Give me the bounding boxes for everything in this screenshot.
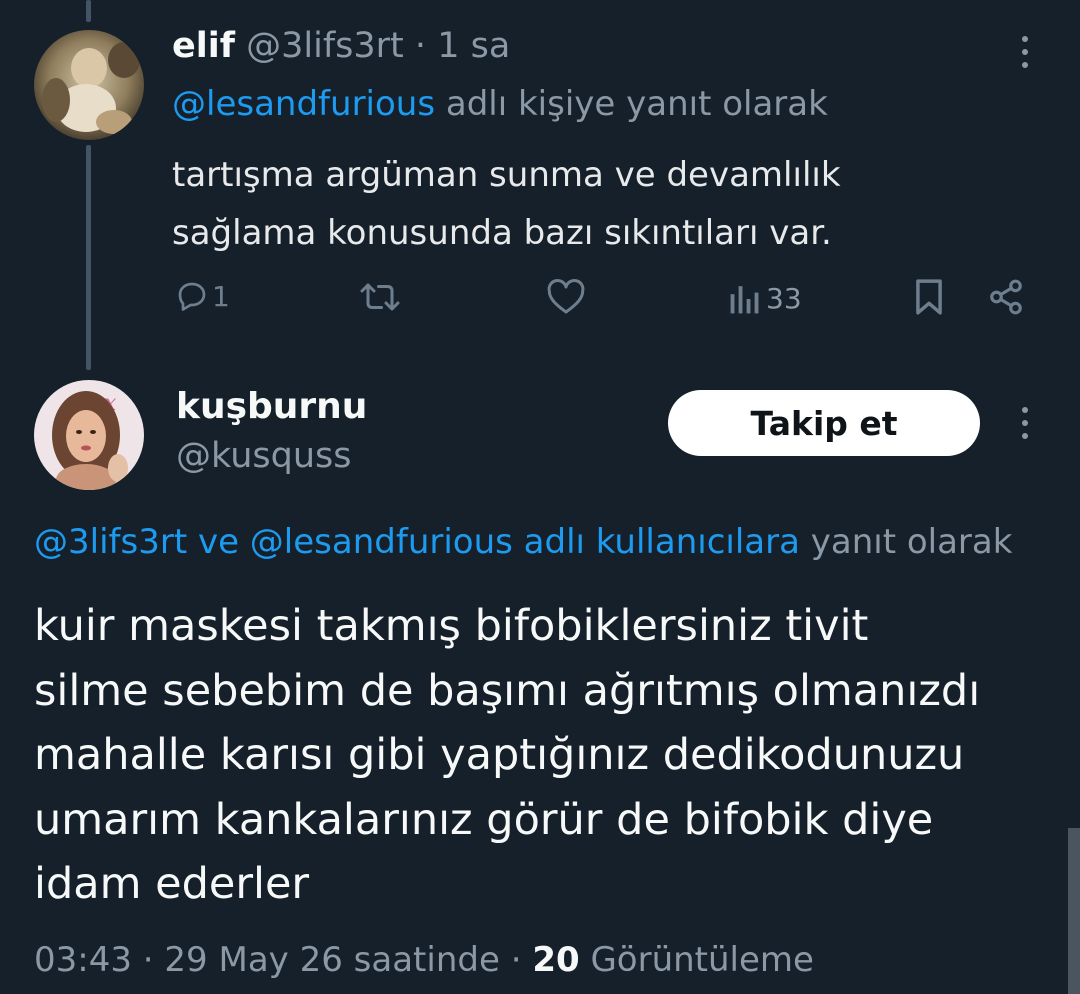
reply-to-handle[interactable]: @lesandfurious (172, 84, 435, 124)
thread-line-connector (86, 145, 91, 370)
user-handle[interactable]: @kusquss (176, 436, 351, 476)
time-separator: · (414, 26, 427, 66)
more-icon[interactable] (1020, 407, 1030, 439)
reply-icon (178, 282, 206, 311)
display-name[interactable]: elif (172, 26, 235, 66)
avatar[interactable] (34, 30, 144, 140)
share-icon (990, 279, 1022, 315)
tweet-text-line: mahalle karısı gibi yaptığınız dedikodun… (34, 730, 965, 780)
user-handle[interactable]: @3lifs3rt (246, 26, 404, 66)
like-icon (547, 279, 585, 314)
share-button[interactable] (986, 278, 1026, 316)
like-button[interactable] (546, 278, 586, 316)
more-icon[interactable] (1020, 36, 1030, 68)
retweet-button[interactable] (358, 279, 402, 315)
views-count: 33 (766, 282, 802, 315)
follow-button[interactable]: Takip et (668, 390, 980, 456)
tweet-text-line: tartışma argüman sunma ve devamlılık (172, 155, 841, 195)
views-icon (730, 285, 759, 313)
retweet-icon (360, 283, 400, 311)
bookmark-button[interactable] (912, 278, 946, 316)
scrollbar[interactable] (1068, 828, 1080, 994)
bookmark-icon (916, 279, 942, 315)
tweet-text: tartışma argüman sunma ve devamlılık sağ… (172, 146, 841, 262)
avatar[interactable]: x (34, 380, 144, 490)
reply-to-handles[interactable]: @3lifs3rt ve @lesandfurious adlı kullanı… (34, 522, 800, 562)
tweet-date[interactable]: 29 May 26 saatinde (164, 940, 499, 980)
tweet-time[interactable]: 1 sa (437, 26, 510, 66)
tweet-text: kuir maskesi takmış bifobiklersiniz tivi… (34, 594, 980, 917)
views-label: Görüntüleme (590, 940, 814, 980)
tweet-time[interactable]: 03:43 (34, 940, 132, 980)
tweet-text-line: umarım kankalarınız görür de bifobik diy… (34, 794, 934, 845)
thread-line-top (86, 0, 91, 22)
tweet-meta: 03:43 · 29 May 26 saatinde · 20 Görüntül… (34, 940, 814, 980)
reply-button[interactable]: 1 (174, 278, 230, 314)
reply-to-label: yanıt olarak (810, 522, 1013, 562)
tweet-text-line: sağlama konusunda bazı sıkıntıları var. (172, 213, 832, 253)
views-button[interactable]: 33 (728, 282, 802, 315)
tweet-text-line: idam ederler (34, 859, 310, 909)
views-count: 20 (532, 940, 580, 980)
tweet-text-line: kuir maskesi takmış bifobiklersiniz tivi… (34, 601, 869, 651)
tweet-text-line: silme sebebim de başımı ağrıtmış olmanız… (34, 665, 981, 716)
reply-to-label: adlı kişiye yanıt olarak (445, 84, 828, 124)
meta-separator: · (510, 940, 522, 980)
meta-separator: · (142, 940, 154, 980)
reply-count: 1 (212, 279, 230, 313)
display-name[interactable]: kuşburnu (176, 386, 367, 427)
